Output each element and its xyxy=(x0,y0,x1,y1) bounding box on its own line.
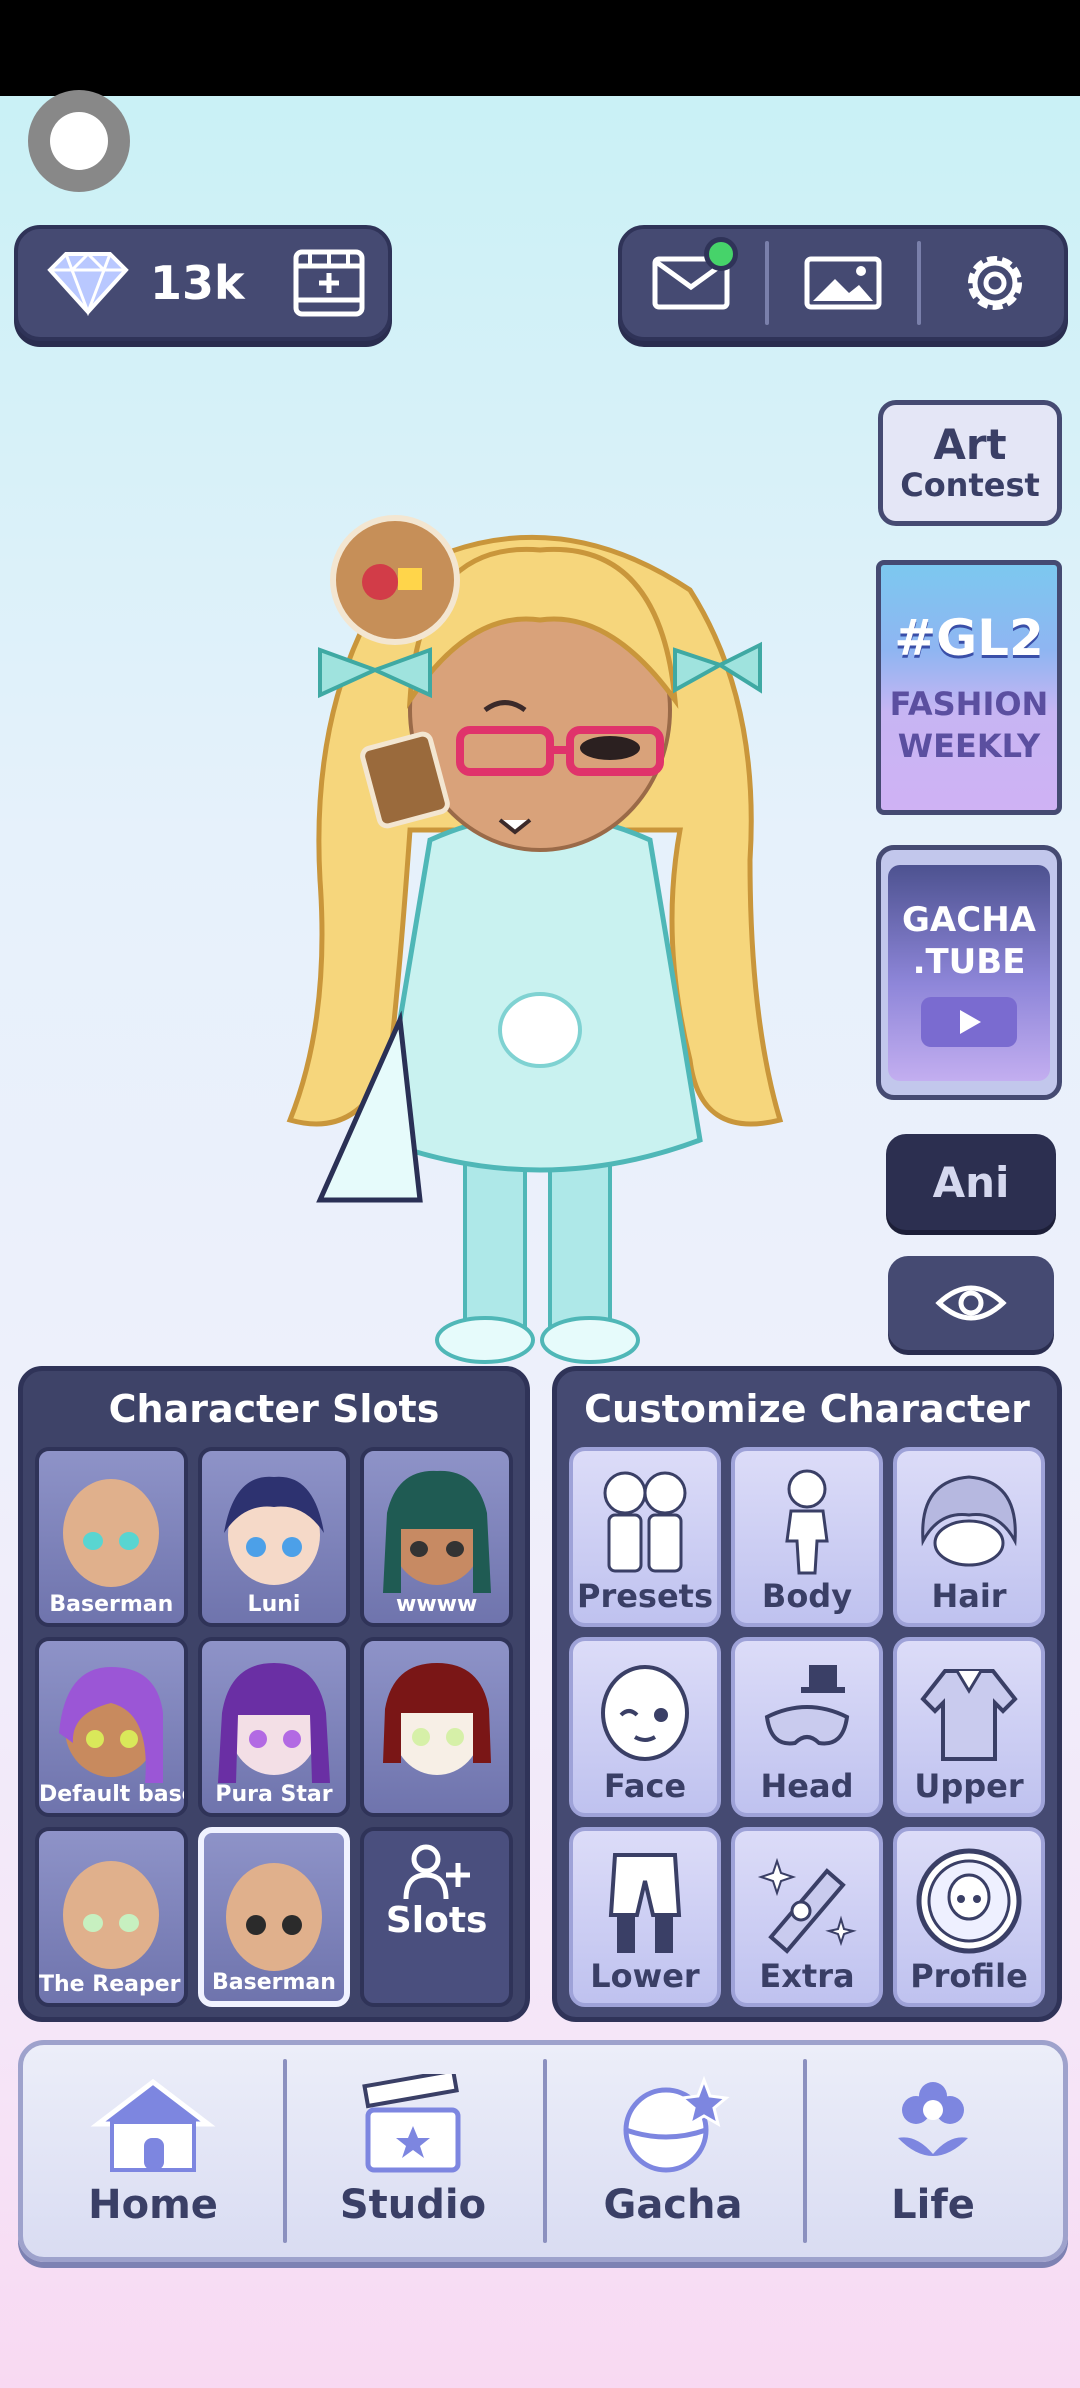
customize-upper-button[interactable]: Upper xyxy=(893,1637,1045,1817)
nav-studio-label: Studio xyxy=(339,2182,487,2228)
slot-name: The Reaper Bo xyxy=(39,1972,184,1997)
gacha-capsule-icon xyxy=(623,2075,730,2173)
extra-icon xyxy=(757,1857,857,1954)
character-slots-panel: Character Slots Baserman Luni wwww Defau… xyxy=(18,1366,530,2022)
tube-label-1: GACHA xyxy=(902,899,1036,940)
body-label: Body xyxy=(761,1577,853,1615)
slot-name: Baserman xyxy=(212,1970,336,1995)
toggle-visibility-button[interactable] xyxy=(888,1256,1054,1350)
customize-character-title: Customize Character xyxy=(584,1387,1030,1431)
character-slot[interactable]: Luni xyxy=(197,1447,351,1627)
profile-label: Profile xyxy=(910,1957,1028,1995)
bottom-navigation: Home Studio Gacha Life xyxy=(18,2040,1068,2262)
avatar xyxy=(59,1667,164,1783)
art-contest-button[interactable]: Art Contest xyxy=(878,400,1062,526)
watch-ad-add-icon[interactable] xyxy=(292,246,366,320)
gallery-button[interactable] xyxy=(798,243,888,323)
diamond-count: 13k xyxy=(150,256,245,310)
nav-gacha[interactable]: Gacha xyxy=(543,2045,803,2257)
eye-icon xyxy=(935,1285,1007,1321)
upper-icon xyxy=(920,1669,1018,1761)
nav-home-label: Home xyxy=(88,2182,218,2228)
customize-presets-button[interactable]: Presets xyxy=(569,1447,721,1627)
hair-label: Hair xyxy=(931,1577,1007,1615)
top-toolbar xyxy=(618,225,1068,341)
play-icon xyxy=(921,996,1017,1047)
avatar xyxy=(63,1861,160,1969)
nav-life[interactable]: Life xyxy=(803,2045,1063,2257)
lower-label: Lower xyxy=(590,1957,700,1995)
character-slot[interactable]: Baserman xyxy=(35,1447,188,1627)
ani-label: Ani xyxy=(932,1157,1010,1207)
character-slot[interactable]: The Reaper Bo xyxy=(35,1827,188,2007)
presets-icon xyxy=(603,1471,687,1573)
character-slot[interactable] xyxy=(360,1637,513,1817)
nav-home[interactable]: Home xyxy=(23,2045,283,2257)
customize-face-button[interactable]: Face xyxy=(569,1637,721,1817)
fashion-label-2: WEEKLY xyxy=(897,726,1041,765)
head-icon xyxy=(764,1665,850,1746)
avatar xyxy=(223,1476,324,1585)
customize-lower-button[interactable]: Lower xyxy=(569,1827,721,2007)
customize-body-button[interactable]: Body xyxy=(731,1447,883,1627)
customize-character-panel: Customize Character Presets Body Hair Fa… xyxy=(552,1366,1062,2022)
character-slot-selected[interactable]: Baserman xyxy=(197,1827,351,2007)
tube-label-2: .TUBE xyxy=(912,941,1026,982)
customize-profile-button[interactable]: Profile xyxy=(893,1827,1045,2007)
fashion-tag: #GL2 xyxy=(894,608,1044,667)
customize-extra-button[interactable]: Extra xyxy=(731,1827,883,2007)
slot-name: Pura Star xyxy=(215,1782,333,1807)
body-icon xyxy=(785,1469,829,1575)
add-person-icon xyxy=(403,1844,470,1900)
slot-name: Baserman xyxy=(49,1592,174,1617)
art-contest-label-2: Contest xyxy=(900,466,1040,504)
home-icon xyxy=(90,2078,216,2172)
character-preview[interactable] xyxy=(280,500,800,1370)
character-slot[interactable]: Default base xyxy=(35,1637,188,1817)
character-slots-title: Character Slots xyxy=(108,1387,440,1431)
add-slots-label: Slots xyxy=(385,1899,488,1941)
face-icon xyxy=(601,1665,689,1761)
fashion-weekly-button[interactable]: #GL2 FASHION WEEKLY xyxy=(876,560,1062,815)
upper-label: Upper xyxy=(914,1767,1024,1805)
head-label: Head xyxy=(760,1767,854,1805)
character-slot[interactable]: Pura Star xyxy=(197,1637,351,1817)
slot-name: Luni xyxy=(247,1592,301,1617)
menu-toggle-button[interactable] xyxy=(28,90,130,192)
mail-button[interactable] xyxy=(646,237,739,323)
lower-icon xyxy=(608,1853,682,1953)
hair-icon xyxy=(921,1475,1017,1567)
settings-button[interactable] xyxy=(950,243,1040,323)
clapperboard-icon xyxy=(362,2074,461,2173)
nav-gacha-label: Gacha xyxy=(603,2182,743,2228)
avatar xyxy=(382,1663,491,1775)
slot-name: Default base xyxy=(39,1782,184,1807)
gear-icon xyxy=(967,256,1022,310)
customize-head-button[interactable]: Head xyxy=(731,1637,883,1817)
gacha-tube-button[interactable]: GACHA .TUBE xyxy=(876,845,1062,1100)
animation-button[interactable]: Ani xyxy=(886,1134,1056,1230)
flower-icon xyxy=(898,2082,968,2156)
character-slot[interactable]: wwww xyxy=(360,1447,513,1627)
currency-panel: 13k xyxy=(14,225,392,341)
avatar xyxy=(63,1479,160,1587)
nav-life-label: Life xyxy=(891,2182,975,2228)
fashion-label-1: FASHION xyxy=(889,684,1049,723)
presets-label: Presets xyxy=(576,1577,714,1615)
face-label: Face xyxy=(603,1767,687,1805)
notification-dot xyxy=(704,237,739,271)
customize-hair-button[interactable]: Hair xyxy=(893,1447,1045,1627)
avatar xyxy=(382,1470,491,1593)
slot-name: wwww xyxy=(396,1592,478,1617)
diamond-icon xyxy=(47,251,129,316)
avatar xyxy=(225,1863,322,1971)
profile-icon xyxy=(916,1848,1022,1954)
art-contest-label-1: Art xyxy=(933,420,1007,469)
avatar xyxy=(217,1663,330,1783)
image-icon xyxy=(804,256,882,310)
add-slots-button[interactable]: Slots xyxy=(360,1827,513,2007)
extra-label: Extra xyxy=(759,1957,855,1995)
status-bar xyxy=(0,0,1080,96)
nav-studio[interactable]: Studio xyxy=(283,2045,543,2257)
